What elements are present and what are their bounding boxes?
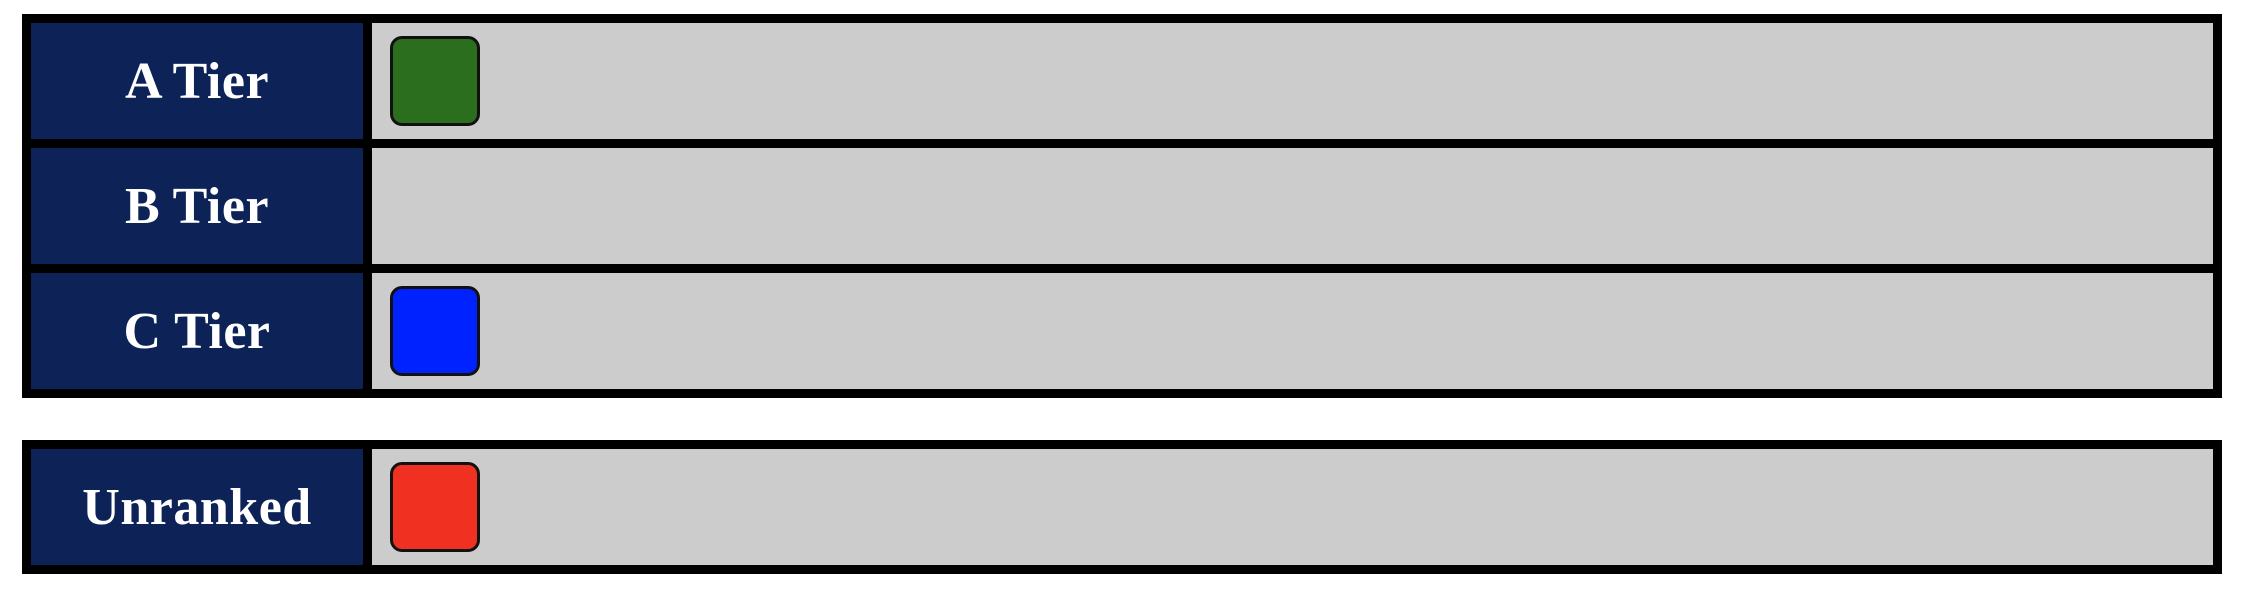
tier-row-unranked: Unranked <box>31 449 2213 565</box>
tier-label-c: C Tier <box>31 273 363 389</box>
tier-row-c: C Tier <box>31 273 2213 389</box>
tier-dropzone-b[interactable] <box>372 148 2213 264</box>
tier-item-blue[interactable] <box>390 286 480 376</box>
tier-dropzone-unranked[interactable] <box>372 449 2213 565</box>
tier-dropzone-a[interactable] <box>372 23 2213 139</box>
tier-item-green[interactable] <box>390 36 480 126</box>
tier-list: A Tier B Tier C Tier <box>22 14 2222 398</box>
tier-label-unranked: Unranked <box>31 449 363 565</box>
tier-label-a: A Tier <box>31 23 363 139</box>
tier-row-a: A Tier <box>31 23 2213 139</box>
tier-dropzone-c[interactable] <box>372 273 2213 389</box>
tier-label-b: B Tier <box>31 148 363 264</box>
unranked-pool: Unranked <box>22 440 2222 574</box>
tier-row-b: B Tier <box>31 148 2213 264</box>
tier-item-red[interactable] <box>390 462 480 552</box>
